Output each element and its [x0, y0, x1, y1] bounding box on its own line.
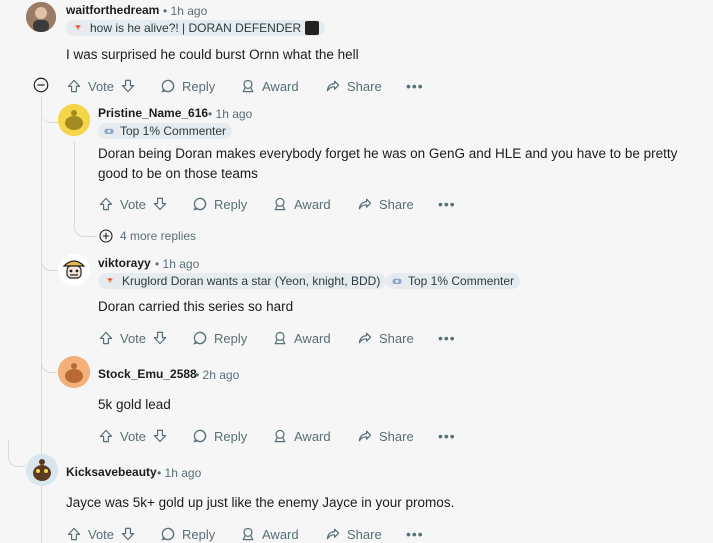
avatar[interactable]: [58, 104, 90, 136]
user-flair-secondary: Top 1% Commenter: [386, 273, 521, 289]
share-button[interactable]: Share: [357, 428, 414, 444]
upvote-icon[interactable]: [98, 428, 114, 444]
reply-icon: [160, 526, 176, 542]
avatar[interactable]: [26, 2, 56, 32]
comment-body: Jayce was 5k+ gold up just like the enem…: [66, 495, 455, 510]
upvote-icon[interactable]: [66, 526, 82, 542]
timestamp: • 1h ago: [163, 4, 208, 18]
award-button[interactable]: Award: [240, 526, 299, 542]
timestamp: • 2h ago: [195, 368, 240, 382]
award-icon: [240, 78, 256, 94]
downvote-icon[interactable]: [152, 330, 168, 346]
more-options-button[interactable]: •••: [438, 428, 456, 444]
snoo-avatar-icon: [58, 104, 90, 136]
team-badge-icon: [70, 23, 86, 33]
share-icon: [325, 526, 341, 542]
reply-button[interactable]: Reply: [192, 196, 247, 212]
username[interactable]: Pristine_Name_616: [98, 106, 208, 120]
reply-icon: [192, 330, 208, 346]
share-icon: [357, 330, 373, 346]
vote-control[interactable]: Vote: [66, 78, 136, 94]
timestamp: • 1h ago: [157, 466, 202, 480]
reply-button[interactable]: Reply: [192, 330, 247, 346]
vote-control[interactable]: Vote: [98, 330, 168, 346]
avatar[interactable]: [26, 454, 58, 486]
avatar[interactable]: [58, 356, 90, 388]
vote-control[interactable]: Vote: [66, 526, 136, 542]
more-options-button[interactable]: •••: [438, 196, 456, 212]
award-icon: [272, 330, 288, 346]
user-flair: how is he alive?! | DORAN DEFENDER: [66, 20, 326, 36]
share-button[interactable]: Share: [357, 330, 414, 346]
reply-button[interactable]: Reply: [160, 78, 215, 94]
username[interactable]: Kicksavebeauty: [66, 465, 157, 479]
award-button[interactable]: Award: [240, 78, 299, 94]
downvote-icon[interactable]: [120, 78, 136, 94]
share-icon: [357, 428, 373, 444]
reply-icon: [192, 428, 208, 444]
more-options-button[interactable]: •••: [406, 78, 424, 94]
timestamp: • 1h ago: [155, 257, 200, 271]
comment-body: 5k gold lead: [98, 397, 171, 412]
more-options-button[interactable]: •••: [406, 526, 424, 542]
thread-curve: [41, 250, 58, 271]
commenter-badge-icon: [390, 275, 404, 287]
timestamp: • 1h ago: [208, 107, 253, 121]
snoo-avatar-icon: [58, 356, 90, 388]
downvote-icon[interactable]: [152, 428, 168, 444]
avatar[interactable]: [58, 254, 90, 286]
flair-emoji-icon: [305, 21, 320, 35]
reply-button[interactable]: Reply: [192, 428, 247, 444]
award-button[interactable]: Award: [272, 330, 331, 346]
user-flair: Top 1% Commenter: [98, 123, 233, 139]
team-badge-icon: [102, 276, 118, 286]
upvote-icon[interactable]: [98, 330, 114, 346]
thread-curve: [41, 96, 59, 123]
share-button[interactable]: Share: [325, 78, 382, 94]
avatar-photo-icon: [26, 2, 56, 32]
expand-replies-icon: [98, 228, 114, 244]
thread-line[interactable]: [74, 142, 75, 222]
username[interactable]: viktorayy: [98, 256, 151, 270]
character-avatar-icon: [58, 254, 90, 286]
comment-body: I was surprised he could burst Ornn what…: [66, 47, 359, 62]
snoo-avatar-icon: [26, 454, 58, 486]
comment-body: Doran being Doran makes everybody forget…: [98, 146, 678, 181]
username[interactable]: Stock_Emu_2588: [98, 367, 197, 381]
share-icon: [325, 78, 341, 94]
comment-body: Doran carried this series so hard: [98, 299, 294, 314]
vote-control[interactable]: Vote: [98, 196, 168, 212]
upvote-icon[interactable]: [98, 196, 114, 212]
thread-curve: [74, 222, 97, 237]
share-button[interactable]: Share: [325, 526, 382, 542]
user-flair: Kruglord Doran wants a star (Yeon, knigh…: [98, 273, 387, 289]
award-button[interactable]: Award: [272, 428, 331, 444]
reply-icon: [192, 196, 208, 212]
more-options-button[interactable]: •••: [438, 330, 456, 346]
thread-curve: [8, 440, 25, 467]
downvote-icon[interactable]: [120, 526, 136, 542]
award-icon: [272, 428, 288, 444]
award-icon: [272, 196, 288, 212]
reply-icon: [160, 78, 176, 94]
thread-curve: [41, 350, 58, 373]
vote-control[interactable]: Vote: [98, 428, 168, 444]
reply-button[interactable]: Reply: [160, 526, 215, 542]
share-button[interactable]: Share: [357, 196, 414, 212]
more-replies-button[interactable]: 4 more replies: [98, 228, 196, 244]
commenter-badge-icon: [102, 125, 116, 137]
share-icon: [357, 196, 373, 212]
award-button[interactable]: Award: [272, 196, 331, 212]
username[interactable]: waitforthedream: [66, 3, 159, 17]
award-icon: [240, 526, 256, 542]
collapse-thread-icon[interactable]: [32, 76, 50, 94]
upvote-icon[interactable]: [66, 78, 82, 94]
downvote-icon[interactable]: [152, 196, 168, 212]
